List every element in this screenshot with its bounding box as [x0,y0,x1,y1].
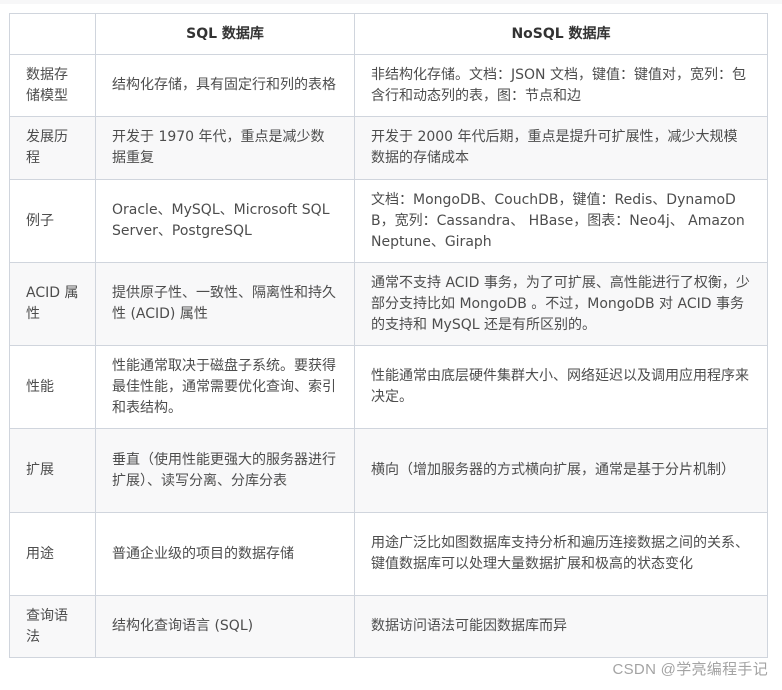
nosql-cell: 文档：MongoDB、CouchDB，键值：Redis、DynamoDB，宽列：… [354,179,768,263]
nosql-cell: 通常不支持 ACID 事务，为了可扩展、高性能进行了权衡，少部分支持比如 Mon… [354,262,768,346]
row-label: 性能 [9,345,96,429]
top-strip [0,0,782,4]
row-label: 查询语法 [9,595,96,658]
table-row: 发展历程 开发于 1970 年代，重点是减少数据重复 开发于 2000 年代后期… [9,116,768,180]
sql-cell: 开发于 1970 年代，重点是减少数据重复 [95,116,355,180]
sql-cell: 普通企业级的项目的数据存储 [95,512,355,596]
sql-cell: 性能通常取决于磁盘子系统。要获得最佳性能，通常需要优化查询、索引和表结构。 [95,345,355,429]
row-label: 数据存储模型 [9,54,96,117]
table-row: ACID 属性 提供原子性、一致性、隔离性和持久性 (ACID) 属性 通常不支… [9,262,768,346]
header-aspect [9,13,96,55]
comparison-table: SQL 数据库 NoSQL 数据库 数据存储模型 结构化存储，具有固定行和列的表… [9,13,768,658]
sql-cell: 结构化查询语言 (SQL) [95,595,355,658]
table-row: 查询语法 结构化查询语言 (SQL) 数据访问语法可能因数据库而异 [9,595,768,658]
nosql-cell: 开发于 2000 年代后期，重点是提升可扩展性，减少大规模数据的存储成本 [354,116,768,180]
nosql-cell: 性能通常由底层硬件集群大小、网络延迟以及调用应用程序来决定。 [354,345,768,429]
table-row: 数据存储模型 结构化存储，具有固定行和列的表格 非结构化存储。文档：JSON 文… [9,54,768,117]
sql-cell: 垂直（使用性能更强大的服务器进行扩展）、读写分离、分库分表 [95,428,355,513]
csdn-watermark: CSDN @学亮编程手记 [612,661,768,678]
row-label: 例子 [9,179,96,263]
header-sql: SQL 数据库 [95,13,355,55]
sql-cell: 结构化存储，具有固定行和列的表格 [95,54,355,117]
row-label: 扩展 [9,428,96,513]
nosql-cell: 用途广泛比如图数据库支持分析和遍历连接数据之间的关系、键值数据库可以处理大量数据… [354,512,768,596]
sql-cell: Oracle、MySQL、Microsoft SQL Server、Postgr… [95,179,355,263]
table-row: 用途 普通企业级的项目的数据存储 用途广泛比如图数据库支持分析和遍历连接数据之间… [9,512,768,596]
row-label: ACID 属性 [9,262,96,346]
table-row: 扩展 垂直（使用性能更强大的服务器进行扩展）、读写分离、分库分表 横向（增加服务… [9,428,768,513]
sql-cell: 提供原子性、一致性、隔离性和持久性 (ACID) 属性 [95,262,355,346]
nosql-cell: 横向（增加服务器的方式横向扩展，通常是基于分片机制） [354,428,768,513]
row-label: 用途 [9,512,96,596]
table-header-row: SQL 数据库 NoSQL 数据库 [9,13,768,55]
header-nosql: NoSQL 数据库 [354,13,768,55]
nosql-cell: 非结构化存储。文档：JSON 文档，键值：键值对，宽列：包含行和动态列的表，图：… [354,54,768,117]
table-row: 性能 性能通常取决于磁盘子系统。要获得最佳性能，通常需要优化查询、索引和表结构。… [9,345,768,429]
nosql-cell: 数据访问语法可能因数据库而异 [354,595,768,658]
row-label: 发展历程 [9,116,96,180]
table-row: 例子 Oracle、MySQL、Microsoft SQL Server、Pos… [9,179,768,263]
